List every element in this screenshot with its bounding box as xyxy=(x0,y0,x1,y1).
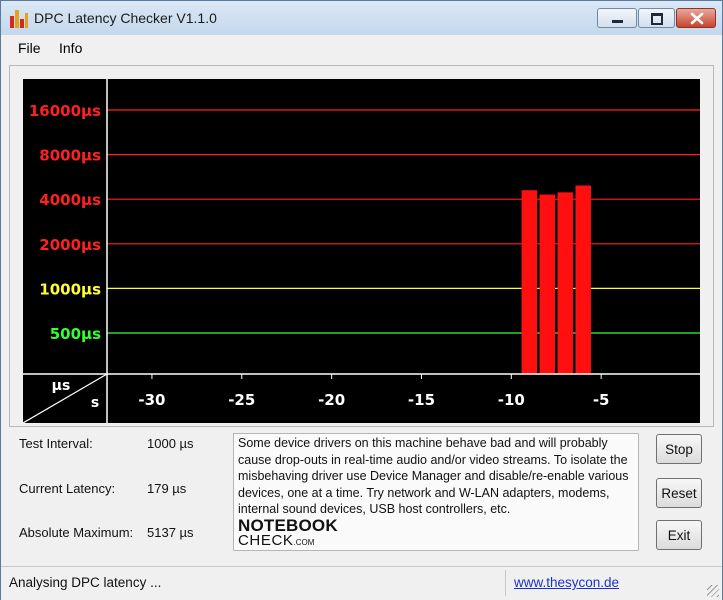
stop-button[interactable]: Stop xyxy=(656,434,702,464)
x-unit-label: s xyxy=(91,395,99,411)
stat-label-test-interval: Test Interval: xyxy=(19,436,93,451)
stat-value-test-interval: 1000 µs xyxy=(147,436,194,451)
x-tick-label-1: -25 xyxy=(228,391,255,409)
y-tick-label-2000: 2000µs xyxy=(39,236,101,254)
stat-label-absolute-maximum: Absolute Maximum: xyxy=(19,525,134,540)
x-tick-label-3: -15 xyxy=(408,391,435,409)
x-tick-label-5: -5 xyxy=(593,391,610,409)
menu-file[interactable]: File xyxy=(18,40,41,56)
stat-label-current-latency: Current Latency: xyxy=(19,481,116,496)
resize-grip-icon[interactable] xyxy=(707,585,719,597)
x-tick-label-0: -30 xyxy=(138,391,165,409)
y-tick-label-1000: 1000µs xyxy=(39,280,101,298)
status-divider xyxy=(505,570,506,596)
y-tick-label-500: 500µs xyxy=(50,325,101,343)
description-text: Some device drivers on this machine beha… xyxy=(238,436,629,516)
bar-23 xyxy=(521,190,538,374)
close-icon xyxy=(690,12,704,25)
app-window: DPC Latency Checker V1.1.0 File Info 160… xyxy=(0,0,723,600)
latency-chart: 16000µs 8000µs 4000µs 2000µs 1000µs 500µs µs s -… xyxy=(23,79,700,423)
minimize-icon xyxy=(612,20,623,23)
x-tick-label-4: -10 xyxy=(498,391,525,409)
y-tick-label-4000: 4000µs xyxy=(39,191,101,209)
logo-line2: CHECK xyxy=(238,532,294,549)
bar-24 xyxy=(539,194,555,374)
title-bar[interactable]: DPC Latency Checker V1.1.0 xyxy=(1,1,722,35)
reset-button[interactable]: Reset xyxy=(656,478,702,508)
maximize-icon xyxy=(651,13,663,25)
status-bar: Analysing DPC latency ... www.thesycon.d… xyxy=(1,566,722,600)
bar-chart-icon xyxy=(10,10,28,28)
logo-suffix: .COM xyxy=(293,538,315,547)
logo-line2-container: CHECK.COM xyxy=(238,532,314,549)
window-title: DPC Latency Checker V1.1.0 xyxy=(34,10,217,26)
minimize-button[interactable] xyxy=(597,8,637,28)
stat-value-current-latency: 179 µs xyxy=(147,481,187,496)
bar-25 xyxy=(557,192,573,374)
bar-26 xyxy=(575,185,591,374)
website-link[interactable]: www.thesycon.de xyxy=(514,575,619,590)
y-tick-label-8000: 8000µs xyxy=(39,147,101,165)
menu-info[interactable]: Info xyxy=(59,40,82,56)
menu-bar: File Info xyxy=(1,35,722,59)
y-unit-label: µs xyxy=(52,378,71,394)
status-text: Analysing DPC latency ... xyxy=(9,575,162,590)
y-tick-label-16000: 16000µs xyxy=(29,102,101,120)
description-box: Some device drivers on this machine beha… xyxy=(233,433,639,551)
maximize-button[interactable] xyxy=(638,8,675,28)
close-button[interactable] xyxy=(676,8,716,28)
x-tick-label-2: -20 xyxy=(318,391,345,409)
stat-value-absolute-maximum: 5137 µs xyxy=(147,525,194,540)
chart-background xyxy=(23,79,700,423)
exit-button[interactable]: Exit xyxy=(656,520,702,550)
